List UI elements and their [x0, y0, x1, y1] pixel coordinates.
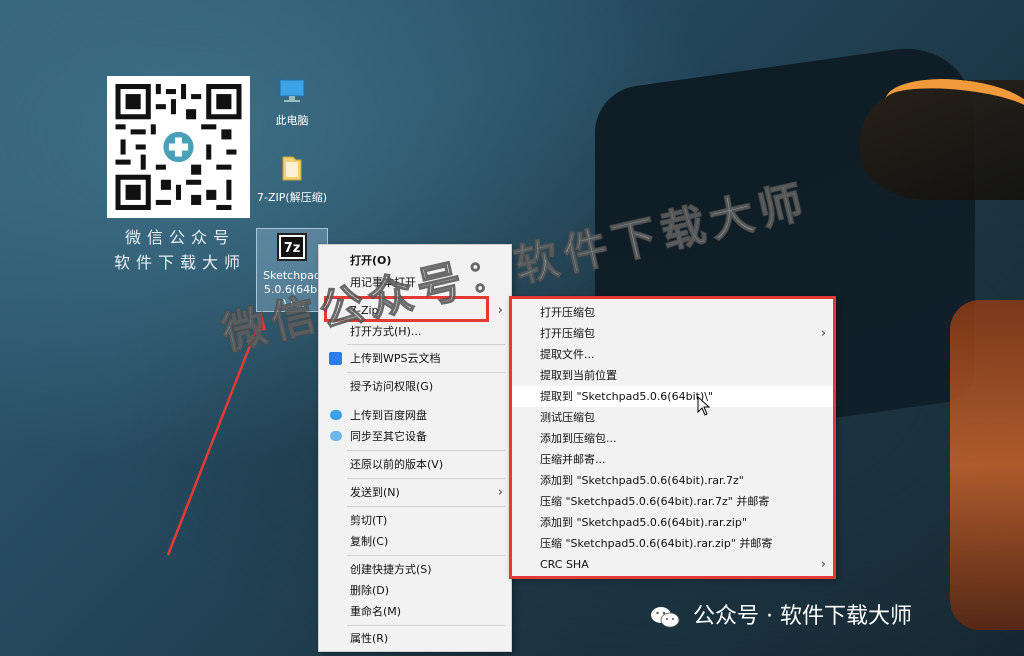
mouse-cursor-icon	[697, 396, 711, 416]
qr-code-icon	[115, 84, 242, 210]
menu-item-properties[interactable]: 属性(R)	[319, 628, 511, 649]
menu-separator	[347, 625, 505, 626]
menu-separator	[347, 506, 505, 507]
qr-caption-line1: 微信公众号	[124, 228, 235, 247]
menu-item-upload-baidu[interactable]: 上传到百度网盘	[319, 405, 511, 426]
menu-item-sync-devices[interactable]: 同步至其它设备	[319, 426, 511, 447]
menu-item-copy[interactable]: 复制(C)	[319, 531, 511, 552]
menu-item-delete[interactable]: 删除(D)	[319, 580, 511, 601]
menu-separator	[347, 372, 505, 373]
desktop-icon-label: 7-ZIP(解压缩)	[257, 191, 327, 204]
menu-item-send-to[interactable]: 发送到(N) ›	[319, 482, 511, 503]
wechat-icon	[651, 607, 680, 628]
7zip-archive-icon: 7z	[257, 233, 327, 265]
qr-caption-line2: 软件下载大师	[113, 253, 246, 272]
menu-separator	[347, 478, 505, 479]
menu-item-restore-versions[interactable]: 还原以前的版本(V)	[319, 454, 511, 475]
watermark-footer: 公众号 · 软件下载大师	[650, 598, 912, 630]
folder-icon	[257, 153, 327, 187]
menu-separator	[347, 344, 505, 345]
qr-code-image	[107, 76, 250, 218]
chevron-right-icon: ›	[497, 485, 503, 500]
menu-item-cut[interactable]: 剪切(T)	[319, 510, 511, 531]
menu-separator	[347, 555, 505, 556]
menu-item-label: 上传到百度网盘	[350, 409, 427, 422]
computer-icon	[257, 78, 327, 110]
watermark-footer-text: 公众号 · 软件下载大师	[693, 604, 912, 629]
menu-separator	[347, 450, 505, 451]
desktop-icon-this-pc[interactable]: 此电脑	[257, 78, 327, 128]
desktop-icon-label: 此电脑	[275, 114, 309, 127]
chevron-right-icon: ›	[497, 303, 503, 318]
baidu-cloud-icon	[330, 410, 342, 420]
highlight-box-submenu	[509, 296, 836, 579]
wallpaper-logo-shape	[950, 300, 1024, 630]
menu-item-rename[interactable]: 重命名(M)	[319, 601, 511, 622]
menu-item-grant-access[interactable]: 授予访问权限(G)	[319, 376, 511, 397]
menu-item-create-shortcut[interactable]: 创建快捷方式(S)	[319, 559, 511, 580]
wps-cloud-icon	[329, 352, 342, 365]
menu-item-label: 上传到WPS云文档	[350, 352, 441, 365]
menu-item-label: 同步至其它设备	[350, 430, 427, 443]
sync-icon	[330, 431, 342, 441]
desktop-icon-7zip-folder[interactable]: 7-ZIP(解压缩)	[257, 153, 327, 205]
menu-item-upload-wps[interactable]: 上传到WPS云文档	[319, 348, 511, 369]
menu-item-label: 发送到(N)	[350, 486, 400, 499]
svg-text:7z: 7z	[284, 241, 301, 256]
